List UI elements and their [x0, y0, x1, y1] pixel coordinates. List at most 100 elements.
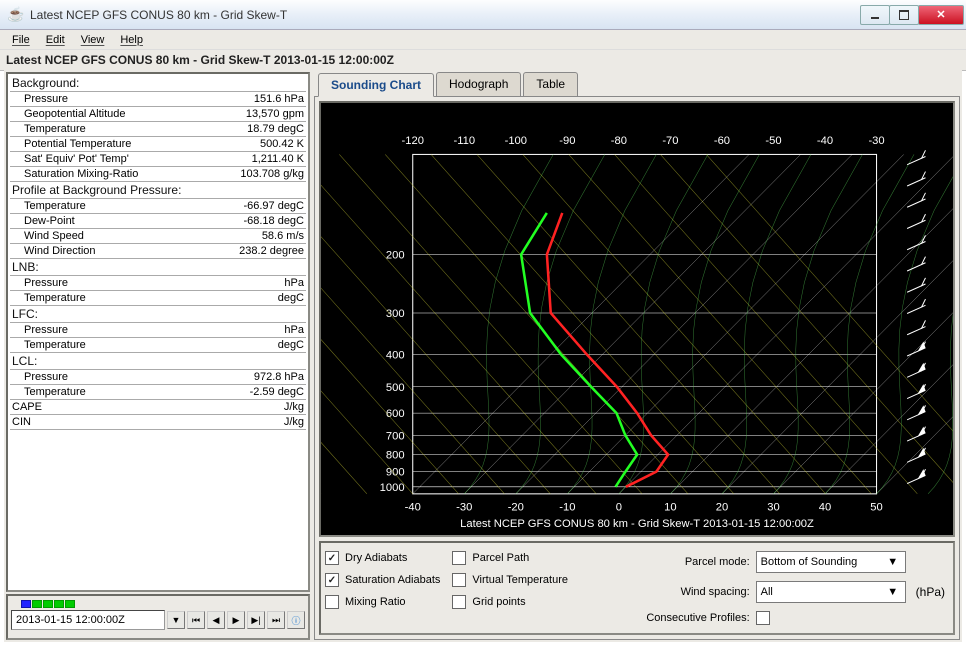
section-profile: Profile at Background Pressure:	[10, 182, 306, 199]
svg-text:-20: -20	[508, 501, 524, 513]
svg-text:-40: -40	[817, 135, 833, 147]
time-next-button[interactable]: ▶|	[247, 611, 265, 629]
prop-row: Wind Direction238.2 degree	[10, 244, 306, 259]
chart-options-panel: Dry Adiabats Saturation Adiabats Mixing …	[319, 541, 955, 635]
tab-table[interactable]: Table	[523, 72, 578, 96]
option-dry-adiabats[interactable]: Dry Adiabats	[325, 551, 440, 565]
svg-text:-70: -70	[662, 135, 678, 147]
window-titlebar: ☕ Latest NCEP GFS CONUS 80 km - Grid Ske…	[0, 0, 966, 30]
checkbox-icon[interactable]	[452, 573, 466, 587]
svg-text:40: 40	[819, 501, 831, 513]
svg-text:20: 20	[716, 501, 728, 513]
time-prev-button[interactable]: ◀	[207, 611, 225, 629]
svg-text:500: 500	[386, 382, 405, 394]
wind-spacing-unit: (hPa)	[916, 585, 945, 599]
option-virtual-temperature[interactable]: Virtual Temperature	[452, 573, 568, 587]
menu-file[interactable]: File	[4, 32, 38, 48]
svg-text:-60: -60	[714, 135, 730, 147]
time-dropdown-button[interactable]: ▼	[167, 611, 185, 629]
tab-body: 2003004005006007008009001000-40-30-20-10…	[314, 96, 960, 640]
option-parcel-path[interactable]: Parcel Path	[452, 551, 568, 565]
svg-text:-120: -120	[402, 135, 424, 147]
menubar: File Edit View Help	[0, 30, 966, 50]
checkbox-icon[interactable]	[452, 551, 466, 565]
tab-sounding-chart[interactable]: Sounding Chart	[318, 73, 434, 97]
time-controls: ▼ ⏮ ◀ ▶ ▶| ⏭ ⓘ	[6, 594, 310, 640]
checkbox-consecutive-profiles[interactable]	[756, 611, 770, 625]
parcel-mode-select[interactable]: Bottom of Sounding▼	[756, 551, 906, 573]
wind-spacing-label: Wind spacing:	[640, 586, 750, 598]
time-row: ▼ ⏮ ◀ ▶ ▶| ⏭ ⓘ	[11, 610, 305, 630]
time-input[interactable]	[11, 610, 165, 630]
time-first-button[interactable]: ⏮	[187, 611, 205, 629]
section-lnb: LNB:	[10, 259, 306, 276]
chevron-down-icon: ▼	[885, 556, 901, 568]
right-panel: Sounding Chart Hodograph Table 200300400…	[314, 72, 960, 640]
minimize-button[interactable]	[860, 5, 890, 25]
time-block	[32, 600, 42, 608]
prop-row: TemperaturedegC	[10, 338, 306, 353]
time-play-button[interactable]: ▶	[227, 611, 245, 629]
time-last-button[interactable]: ⏭	[267, 611, 285, 629]
java-icon: ☕	[8, 7, 24, 23]
window-title: Latest NCEP GFS CONUS 80 km - Grid Skew-…	[30, 8, 861, 22]
svg-text:400: 400	[386, 350, 405, 362]
svg-text:600: 600	[386, 408, 405, 420]
checkbox-icon[interactable]	[325, 595, 339, 609]
section-lcl: LCL:	[10, 353, 306, 370]
properties-panel: Background: Pressure151.6 hPa Geopotenti…	[6, 72, 310, 592]
svg-text:0: 0	[616, 501, 622, 513]
content: Background: Pressure151.6 hPa Geopotenti…	[4, 70, 962, 642]
prop-row: Saturation Mixing-Ratio103.708 g/kg	[10, 167, 306, 182]
chevron-down-icon: ▼	[885, 586, 901, 598]
checkbox-icon[interactable]	[452, 595, 466, 609]
svg-text:10: 10	[664, 501, 676, 513]
option-mixing-ratio[interactable]: Mixing Ratio	[325, 595, 440, 609]
prop-row: Geopotential Altitude13,570 gpm	[10, 107, 306, 122]
prop-row-cin: CINJ/kg	[10, 415, 306, 430]
prop-row: TemperaturedegC	[10, 291, 306, 306]
menu-edit[interactable]: Edit	[38, 32, 73, 48]
time-info-button[interactable]: ⓘ	[287, 611, 305, 629]
option-grid-points[interactable]: Grid points	[452, 595, 568, 609]
svg-text:50: 50	[870, 501, 882, 513]
checkbox-icon[interactable]	[325, 551, 339, 565]
prop-row: Potential Temperature500.42 K	[10, 137, 306, 152]
skewt-chart[interactable]: 2003004005006007008009001000-40-30-20-10…	[319, 101, 955, 537]
time-block	[21, 600, 31, 608]
svg-text:300: 300	[386, 308, 405, 320]
section-background: Background:	[10, 75, 306, 92]
page-title: Latest NCEP GFS CONUS 80 km - Grid Skew-…	[0, 50, 966, 71]
wind-spacing-select[interactable]: All▼	[756, 581, 906, 603]
prop-row: Pressure151.6 hPa	[10, 92, 306, 107]
parcel-mode-label: Parcel mode:	[640, 556, 750, 568]
time-progress-bar	[11, 599, 305, 609]
menu-help[interactable]: Help	[112, 32, 151, 48]
prop-row: Pressure972.8 hPa	[10, 370, 306, 385]
svg-text:-50: -50	[765, 135, 781, 147]
svg-text:1000: 1000	[380, 482, 405, 494]
checkbox-icon[interactable]	[325, 573, 339, 587]
time-block	[65, 600, 75, 608]
option-saturation-adiabats[interactable]: Saturation Adiabats	[325, 573, 440, 587]
svg-text:-100: -100	[505, 135, 527, 147]
prop-row: PressurehPa	[10, 276, 306, 291]
menu-view[interactable]: View	[73, 32, 113, 48]
prop-row: PressurehPa	[10, 323, 306, 338]
svg-text:-40: -40	[405, 501, 421, 513]
prop-row: Dew-Point-68.18 degC	[10, 214, 306, 229]
prop-row: Temperature-2.59 degC	[10, 385, 306, 400]
prop-row: Wind Speed58.6 m/s	[10, 229, 306, 244]
tab-hodograph[interactable]: Hodograph	[436, 72, 521, 96]
time-block	[54, 600, 64, 608]
prop-row: Sat' Equiv' Pot' Temp'1,211.40 K	[10, 152, 306, 167]
svg-text:700: 700	[386, 430, 405, 442]
maximize-button[interactable]	[889, 5, 919, 25]
svg-text:900: 900	[386, 467, 405, 479]
svg-text:-90: -90	[559, 135, 575, 147]
window-controls	[861, 5, 964, 25]
consecutive-profiles-label: Consecutive Profiles:	[640, 612, 750, 624]
tab-strip: Sounding Chart Hodograph Table	[314, 72, 960, 96]
close-button[interactable]	[918, 5, 964, 25]
svg-text:Latest NCEP GFS CONUS 80 km -: Latest NCEP GFS CONUS 80 km - Grid Skew-…	[460, 518, 814, 530]
